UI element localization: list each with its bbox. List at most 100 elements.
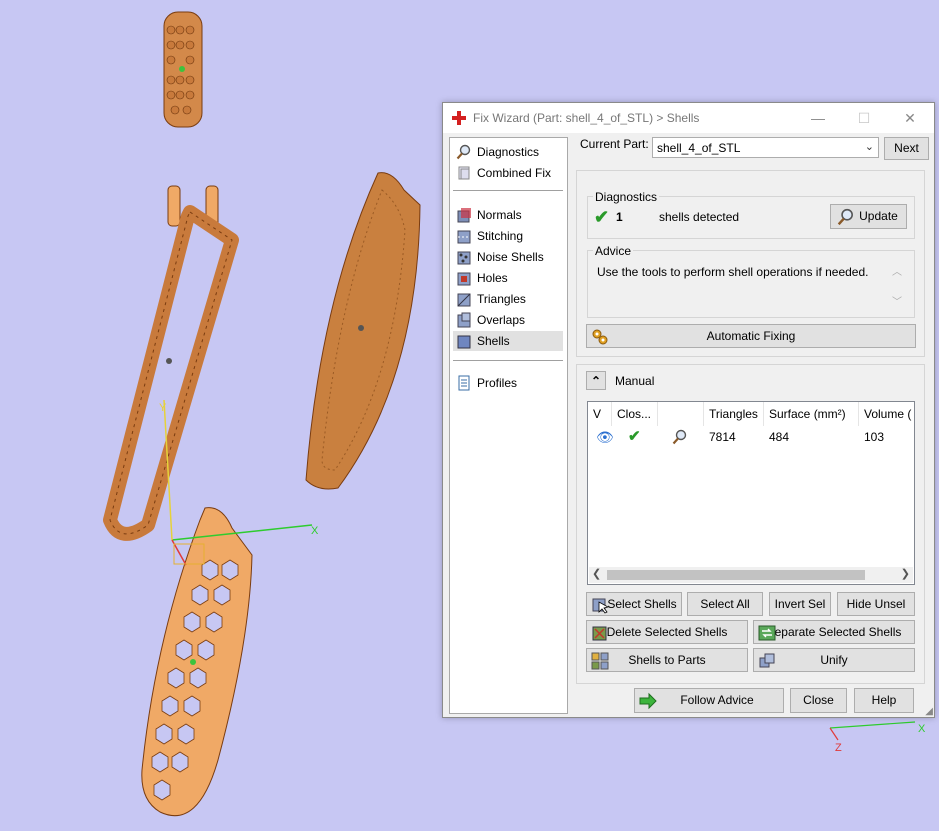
nav-label: Triangles <box>477 292 526 306</box>
nav-label: Profiles <box>477 376 518 390</box>
stitching-cube-icon <box>457 230 471 244</box>
scroll-up-icon[interactable]: ︿ <box>892 263 902 278</box>
window-title: Fix Wizard (Part: shell_4_of_STL) > Shel… <box>473 111 700 125</box>
cell-surface: 484 <box>769 430 790 444</box>
honeycomb-part[interactable] <box>141 507 253 817</box>
nav-label: Combined Fix <box>477 166 552 180</box>
nav-label: Overlaps <box>477 313 526 327</box>
unify-button[interactable]: Unify <box>753 648 915 672</box>
fix-wizard-window: Fix Wizard (Part: shell_4_of_STL) > Shel… <box>442 102 935 718</box>
nav-item-combined-fix[interactable]: Combined Fix <box>453 163 563 183</box>
nav-item-normals[interactable]: Normals <box>453 205 563 225</box>
select-shells-button[interactable]: Select Shells <box>586 592 682 616</box>
current-part-select[interactable]: shell_4_of_STL ⌄ <box>652 137 879 158</box>
nav-separator <box>453 190 563 191</box>
nav-item-shells[interactable]: Shells <box>453 331 563 351</box>
maximize-button[interactable]: ☐ <box>841 103 887 133</box>
col-header-volume[interactable]: Volume ( <box>859 402 915 426</box>
select-all-button[interactable]: Select All <box>687 592 763 616</box>
shells-detected-text: shells detected <box>659 210 740 224</box>
diagnostics-title: Diagnostics <box>593 190 660 204</box>
update-button[interactable]: Update <box>830 204 907 229</box>
update-label: Update <box>859 209 898 223</box>
separate-selected-shells-button[interactable]: Separate Selected Shells <box>753 620 915 644</box>
col-header-visible[interactable]: V <box>588 402 612 426</box>
shells-to-parts-button[interactable]: Shells to Parts <box>586 648 748 672</box>
advice-title: Advice <box>593 244 634 258</box>
triangles-cube-icon <box>457 293 471 307</box>
nav-label: Normals <box>477 208 522 222</box>
follow-advice-button[interactable]: Follow Advice <box>634 688 784 713</box>
help-button[interactable]: Help <box>854 688 914 713</box>
pave-shell-part[interactable] <box>305 172 421 490</box>
nav-item-triangles[interactable]: Triangles <box>453 289 563 309</box>
collapse-manual-button[interactable]: ⌃ <box>586 371 606 390</box>
overlaps-cube-icon <box>457 312 471 328</box>
col-header-closed[interactable]: Clos... <box>612 402 658 426</box>
title-bar[interactable]: Fix Wizard (Part: shell_4_of_STL) > Shel… <box>443 103 934 133</box>
x-axis-label: X <box>311 525 319 537</box>
checkmark-icon: ✔ <box>594 207 610 227</box>
resize-grip-icon[interactable]: ◢ <box>925 706 933 717</box>
automatic-fixing-button[interactable]: Automatic Fixing <box>586 324 916 348</box>
shells-cube-icon <box>457 335 471 349</box>
nav-item-diagnostics[interactable]: Diagnostics <box>453 142 563 162</box>
nav-label: Diagnostics <box>477 145 540 159</box>
y-axis-label: Y <box>159 402 167 414</box>
separate-icon <box>758 625 776 641</box>
layers-icon <box>458 166 470 180</box>
unify-label: Unify <box>820 653 848 667</box>
delete-cube-icon <box>592 626 607 641</box>
hide-unsel-button[interactable]: Hide Unsel <box>837 592 915 616</box>
magnifier-icon <box>837 208 853 226</box>
nav-item-noise-shells[interactable]: Noise Shells <box>453 247 563 267</box>
normals-cube-icon <box>457 208 471 223</box>
manual-title: Manual <box>615 374 655 388</box>
automatic-fixing-label: Automatic Fixing <box>706 329 796 343</box>
col-header-surface[interactable]: Surface (mm²) <box>764 402 859 426</box>
delete-selected-shells-button[interactable]: Delete Selected Shells <box>586 620 748 644</box>
magnifier-icon <box>456 144 471 160</box>
nav-label: Holes <box>477 271 508 285</box>
invert-sel-button[interactable]: Invert Sel <box>769 592 831 616</box>
col-header-inspect[interactable] <box>658 402 704 426</box>
close-button[interactable]: Close <box>790 688 847 713</box>
col-header-triangles[interactable]: Triangles <box>704 402 764 426</box>
close-window-button[interactable]: ✕ <box>887 103 933 133</box>
ring-part[interactable] <box>163 11 203 128</box>
shell-count: 1 <box>616 210 623 224</box>
horizontal-scrollbar[interactable]: ❮ ❯ <box>589 567 913 583</box>
scroll-left-icon[interactable]: ❮ <box>592 567 601 580</box>
nav-label: Shells <box>477 334 510 348</box>
scrollbar-thumb[interactable] <box>607 570 865 580</box>
green-arrow-icon <box>639 692 657 710</box>
nav-label: Stitching <box>477 229 524 243</box>
document-icon <box>458 375 470 391</box>
nav-item-profiles[interactable]: Profiles <box>453 373 563 393</box>
eye-icon[interactable]: 👁 <box>596 428 614 446</box>
separate-selected-label: Separate Selected Shells <box>766 625 902 639</box>
pendant-frame-part[interactable] <box>103 185 239 541</box>
corner-x-label: X <box>918 723 926 735</box>
nav-item-holes[interactable]: Holes <box>453 268 563 288</box>
select-shells-label: Select Shells <box>607 597 677 611</box>
gears-icon <box>592 329 608 345</box>
scroll-right-icon[interactable]: ❯ <box>901 567 910 580</box>
scroll-down-icon[interactable]: ﹀ <box>892 293 902 308</box>
magnifier-icon[interactable] <box>672 429 688 445</box>
nav-label: Noise Shells <box>477 250 544 264</box>
nav-item-overlaps[interactable]: Overlaps <box>453 310 563 330</box>
unify-cubes-icon <box>759 653 775 668</box>
shells-table[interactable]: V Clos... Triangles Surface (mm²) Volume… <box>587 401 915 585</box>
corner-triad <box>829 721 916 741</box>
minimize-button[interactable]: — <box>795 103 841 133</box>
nav-item-stitching[interactable]: Stitching <box>453 226 563 246</box>
select-cube-icon <box>592 598 609 614</box>
advice-text: Use the tools to perform shell operation… <box>597 265 869 279</box>
next-button[interactable]: Next <box>884 137 929 160</box>
follow-advice-label: Follow Advice <box>680 693 754 707</box>
chevron-down-icon: ⌄ <box>864 141 874 153</box>
current-part-label: Current Part: <box>580 137 649 151</box>
nav-separator <box>453 360 563 361</box>
shells-to-parts-icon <box>591 652 609 670</box>
